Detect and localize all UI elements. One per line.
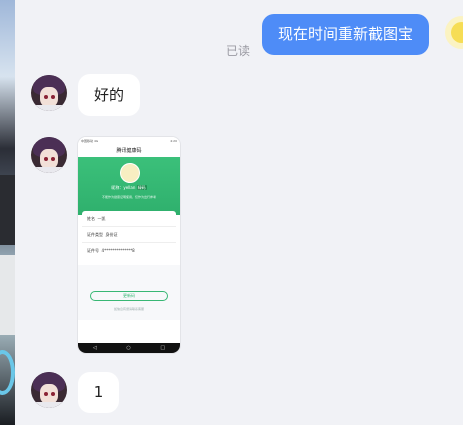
chat-window[interactable]: 现在时间重新截图宝 已读 好的 中国移动 4G 4:20 腾讯健康码 昵称：ye… — [15, 0, 463, 425]
incoming-message-bubble[interactable]: 好的 — [78, 74, 140, 116]
screenshot-refresh-button: 更新码 — [90, 291, 168, 301]
read-status: 已读 — [226, 44, 251, 58]
back-icon: ◁ — [92, 345, 97, 351]
screenshot-avatar — [120, 163, 140, 183]
desktop-background-strip — [0, 0, 15, 425]
contact-avatar[interactable] — [31, 372, 67, 408]
my-avatar[interactable] — [445, 16, 463, 49]
outgoing-message-bubble[interactable]: 现在时间重新截图宝 — [262, 14, 430, 55]
home-icon: ○ — [126, 345, 131, 351]
contact-avatar[interactable] — [31, 137, 67, 173]
desktop-shape — [0, 350, 15, 395]
desktop-shape — [0, 175, 15, 245]
screenshot-health-code-header: 昵称：yellan 绿码 不能作为健康证明使用，仅作为出行参考 — [78, 157, 180, 215]
incoming-image-message[interactable]: 中国移动 4G 4:20 腾讯健康码 昵称：yellan 绿码 不能作为健康证明… — [78, 137, 180, 353]
screenshot-title: 腾讯健康码 — [78, 146, 180, 157]
recents-icon: □ — [160, 345, 166, 351]
screenshot-info-card: 姓名 一凯 证件类型 身份证 证件号 4**************8 — [82, 211, 176, 261]
screenshot-status-bar: 中国移动 4G 4:20 — [78, 137, 180, 146]
incoming-message-bubble[interactable]: 1 — [78, 372, 119, 413]
screenshot-nav-bar: ◁ ○ □ — [78, 343, 180, 353]
desktop-shape — [0, 255, 15, 335]
contact-avatar[interactable] — [31, 75, 67, 111]
